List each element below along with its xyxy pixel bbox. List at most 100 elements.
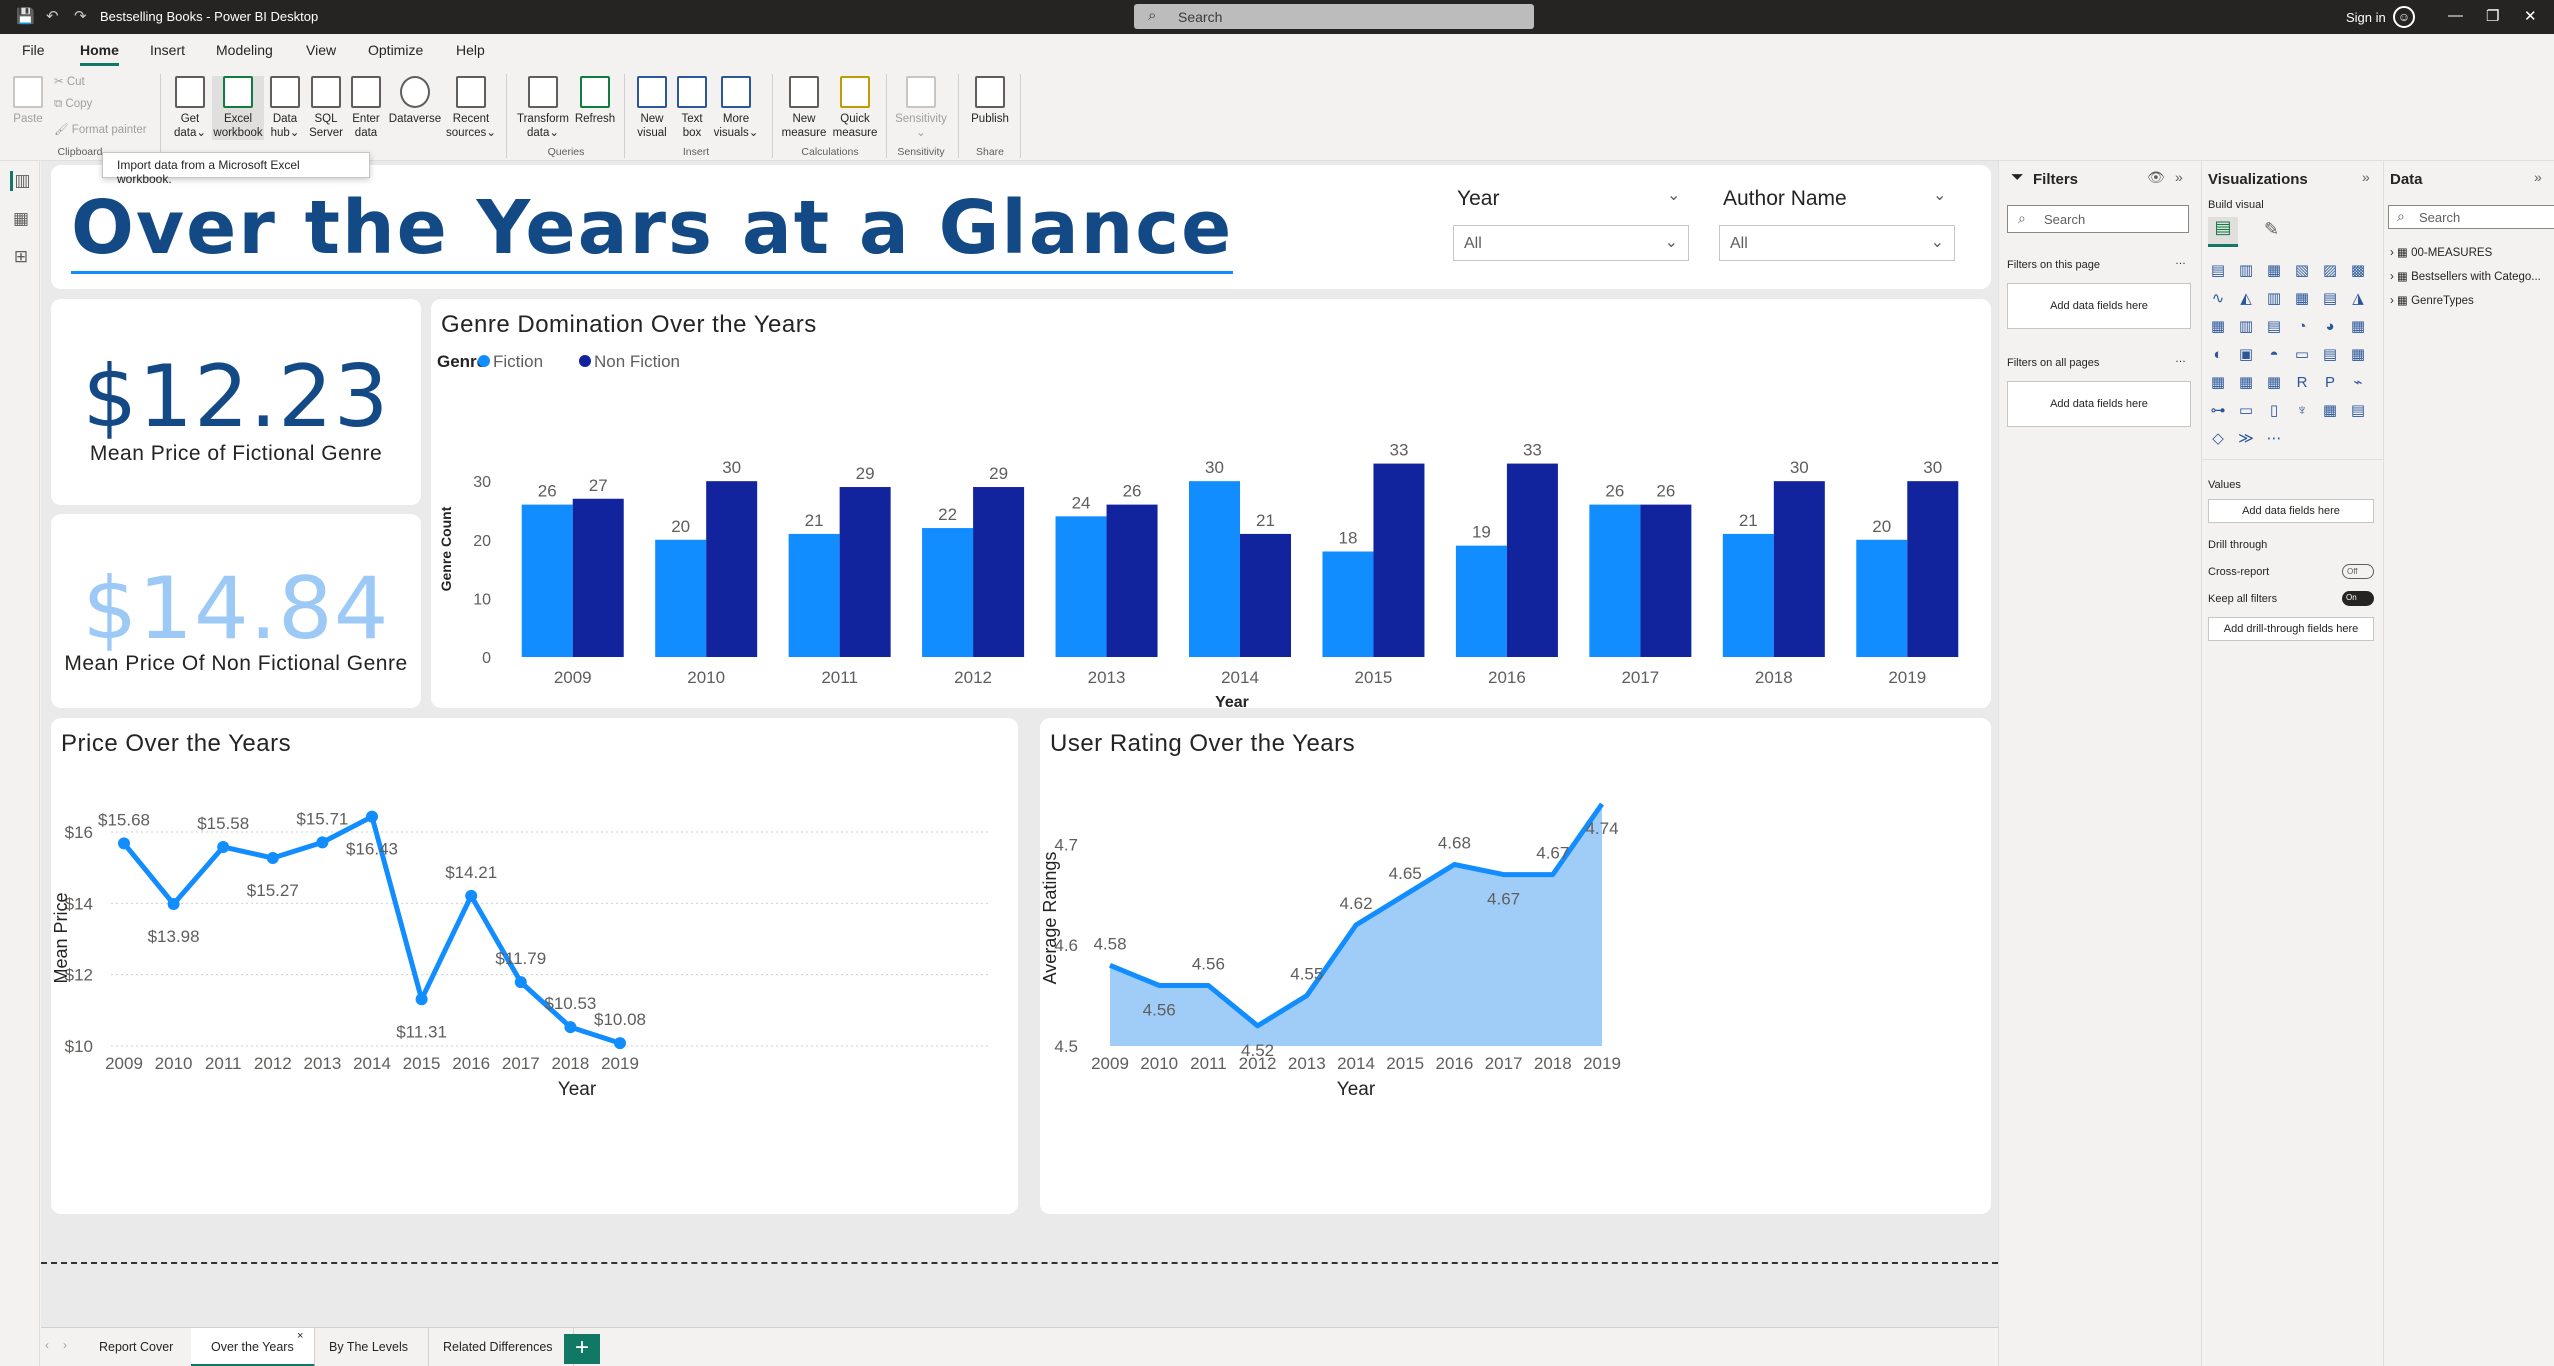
format-painter-button[interactable]: 🖌 Format painter xyxy=(54,122,147,136)
visual-type-icon[interactable]: ▧ xyxy=(2292,261,2312,281)
visual-type-icon[interactable]: ▣ xyxy=(2236,345,2256,365)
data-table-item[interactable]: › ▦ Bestsellers with Catego... xyxy=(2390,269,2541,283)
data-table-item[interactable]: › ▦ GenreTypes xyxy=(2390,293,2474,307)
more-options-icon[interactable]: … xyxy=(2175,255,2186,267)
visual-type-icon[interactable]: ⋯ xyxy=(2264,429,2284,449)
visual-type-icon[interactable]: ♆ xyxy=(2292,401,2312,421)
visual-type-icon[interactable]: ▤ xyxy=(2208,261,2228,281)
visual-type-icon[interactable]: ≫ xyxy=(2236,429,2256,449)
visual-type-icon[interactable]: ◭ xyxy=(2236,289,2256,309)
save-icon[interactable]: 💾 xyxy=(16,7,35,25)
visual-type-icon[interactable]: ▦ xyxy=(2348,317,2368,337)
close-tab-icon[interactable]: × xyxy=(297,1330,303,1342)
text-box-button[interactable]: Text box xyxy=(674,76,710,140)
visual-type-icon[interactable]: ◓ xyxy=(2264,345,2284,365)
refresh-button[interactable]: Refresh xyxy=(572,76,618,126)
visual-type-icon[interactable]: ▨ xyxy=(2320,261,2340,281)
visual-type-icon[interactable]: R xyxy=(2292,373,2312,393)
add-page-button[interactable]: + xyxy=(564,1334,600,1364)
enter-data-button[interactable]: Enter data xyxy=(348,76,384,140)
menu-modeling[interactable]: Modeling xyxy=(216,42,273,58)
visual-type-icon[interactable]: ◔ xyxy=(2292,317,2312,337)
tab-report-cover[interactable]: Report Cover xyxy=(79,1328,195,1366)
tab-scroll-left-icon[interactable]: ‹ xyxy=(45,1338,49,1352)
visual-type-icon[interactable]: ▤ xyxy=(2264,317,2284,337)
model-view-icon[interactable]: ⊞ xyxy=(10,247,32,267)
new-visual-button[interactable]: New visual xyxy=(632,76,672,140)
menu-help[interactable]: Help xyxy=(456,42,485,58)
chevron-down-icon[interactable]: ⌄ xyxy=(1667,185,1680,205)
visual-type-icon[interactable]: ▦ xyxy=(2236,373,2256,393)
visual-type-icon[interactable]: ◇ xyxy=(2208,429,2228,449)
visual-type-icon[interactable]: ⌁ xyxy=(2348,373,2368,393)
visual-type-icon[interactable]: ◐ xyxy=(2208,345,2228,365)
report-view-icon[interactable]: ▥ xyxy=(10,171,32,191)
new-measure-button[interactable]: New measure xyxy=(780,76,828,140)
drill-through-drop[interactable]: Add drill-through fields here xyxy=(2208,617,2374,641)
menu-optimize[interactable]: Optimize xyxy=(368,42,423,58)
visual-type-icon[interactable]: ▤ xyxy=(2348,401,2368,421)
undo-icon[interactable]: ↶ xyxy=(46,7,59,25)
collapse-pane-icon[interactable]: » xyxy=(2362,169,2370,185)
collapse-pane-icon[interactable]: » xyxy=(2175,169,2183,185)
kpi-card-fiction[interactable]: $12.23 Mean Price of Fictional Genre xyxy=(51,299,421,505)
minimize-icon[interactable]: — xyxy=(2448,7,2463,24)
rating-chart-card[interactable]: User Rating Over the Years 4.5 4.6 4.7 Aver… xyxy=(1040,718,1991,1214)
format-visual-icon[interactable]: ✎ xyxy=(2264,219,2279,240)
eye-icon[interactable]: 👁 xyxy=(2147,169,2165,186)
visual-type-icon[interactable]: ▩ xyxy=(2348,261,2368,281)
build-visual-icon[interactable]: ▤ xyxy=(2208,217,2238,247)
filters-all-drop[interactable]: Add data fields here xyxy=(2007,381,2191,427)
cross-report-toggle[interactable]: Off xyxy=(2342,564,2374,579)
data-search-input[interactable]: ⌕ Search xyxy=(2388,205,2554,229)
recent-sources-button[interactable]: Recent sources⌄ xyxy=(446,76,496,140)
menu-insert[interactable]: Insert xyxy=(150,42,185,58)
menu-file[interactable]: File xyxy=(22,42,45,58)
visual-type-icon[interactable]: ◮ xyxy=(2348,289,2368,309)
publish-button[interactable]: Publish xyxy=(966,76,1014,126)
visual-type-icon[interactable]: ▥ xyxy=(2236,261,2256,281)
table-view-icon[interactable]: ▦ xyxy=(10,209,32,229)
more-visuals-button[interactable]: More visuals⌄ xyxy=(712,76,760,140)
tab-by-the-levels[interactable]: By The Levels xyxy=(309,1328,429,1366)
values-drop[interactable]: Add data fields here xyxy=(2208,499,2374,523)
visual-type-icon[interactable]: ▥ xyxy=(2264,289,2284,309)
visual-type-icon[interactable]: P xyxy=(2320,373,2340,393)
get-data-button[interactable]: Get data⌄ xyxy=(168,76,212,140)
price-chart-card[interactable]: Price Over the Years $10 $12 $14 $16 Mean Pr… xyxy=(51,718,1018,1214)
menu-view[interactable]: View xyxy=(306,42,336,58)
transform-data-button[interactable]: Transform data⌄ xyxy=(514,76,572,140)
visual-type-icon[interactable]: ▯ xyxy=(2264,401,2284,421)
close-icon[interactable]: ✕ xyxy=(2524,7,2537,25)
menu-home[interactable]: Home xyxy=(80,42,119,66)
visual-type-icon[interactable]: ▦ xyxy=(2292,289,2312,309)
chevron-down-icon[interactable]: ⌄ xyxy=(1933,185,1946,205)
dataverse-button[interactable]: Dataverse xyxy=(388,76,442,126)
quick-measure-button[interactable]: Quick measure xyxy=(830,76,880,140)
visual-type-icon[interactable]: ▦ xyxy=(2208,373,2228,393)
author-slicer-dropdown[interactable]: All ⌄ xyxy=(1719,225,1955,261)
filters-page-drop[interactable]: Add data fields here xyxy=(2007,283,2191,329)
visual-type-icon[interactable]: ▦ xyxy=(2348,345,2368,365)
visual-type-icon[interactable]: ▥ xyxy=(2236,317,2256,337)
visual-type-icon[interactable]: ◕ xyxy=(2320,317,2340,337)
kpi-card-nonfiction[interactable]: $14.84 Mean Price Of Non Fictional Genre xyxy=(51,514,421,708)
redo-icon[interactable]: ↷ xyxy=(74,7,87,25)
keep-filters-toggle[interactable]: On xyxy=(2342,591,2374,606)
visual-type-icon[interactable]: ▤ xyxy=(2320,289,2340,309)
visual-type-icon[interactable]: ▦ xyxy=(2208,317,2228,337)
restore-icon[interactable]: ❐ xyxy=(2486,7,2499,25)
more-options-icon[interactable]: … xyxy=(2175,353,2186,365)
visual-type-icon[interactable]: ▭ xyxy=(2292,345,2312,365)
filters-search-input[interactable]: ⌕ Search xyxy=(2007,205,2189,233)
account-icon[interactable]: ☺ xyxy=(2393,6,2415,28)
paste-button[interactable]: Paste xyxy=(10,76,46,126)
year-slicer-dropdown[interactable]: All ⌄ xyxy=(1453,225,1689,261)
visual-type-icon[interactable]: ▦ xyxy=(2264,261,2284,281)
visual-type-icon[interactable]: ▭ xyxy=(2236,401,2256,421)
visual-type-icon[interactable]: ▦ xyxy=(2264,373,2284,393)
tab-related-differences[interactable]: Related Differences xyxy=(423,1328,574,1366)
genre-chart-card[interactable]: Genre Domination Over the Years Genre Fic… xyxy=(431,299,1991,708)
title-search-box[interactable]: ⌕ Search xyxy=(1134,4,1534,29)
tab-scroll-right-icon[interactable]: › xyxy=(63,1338,67,1352)
